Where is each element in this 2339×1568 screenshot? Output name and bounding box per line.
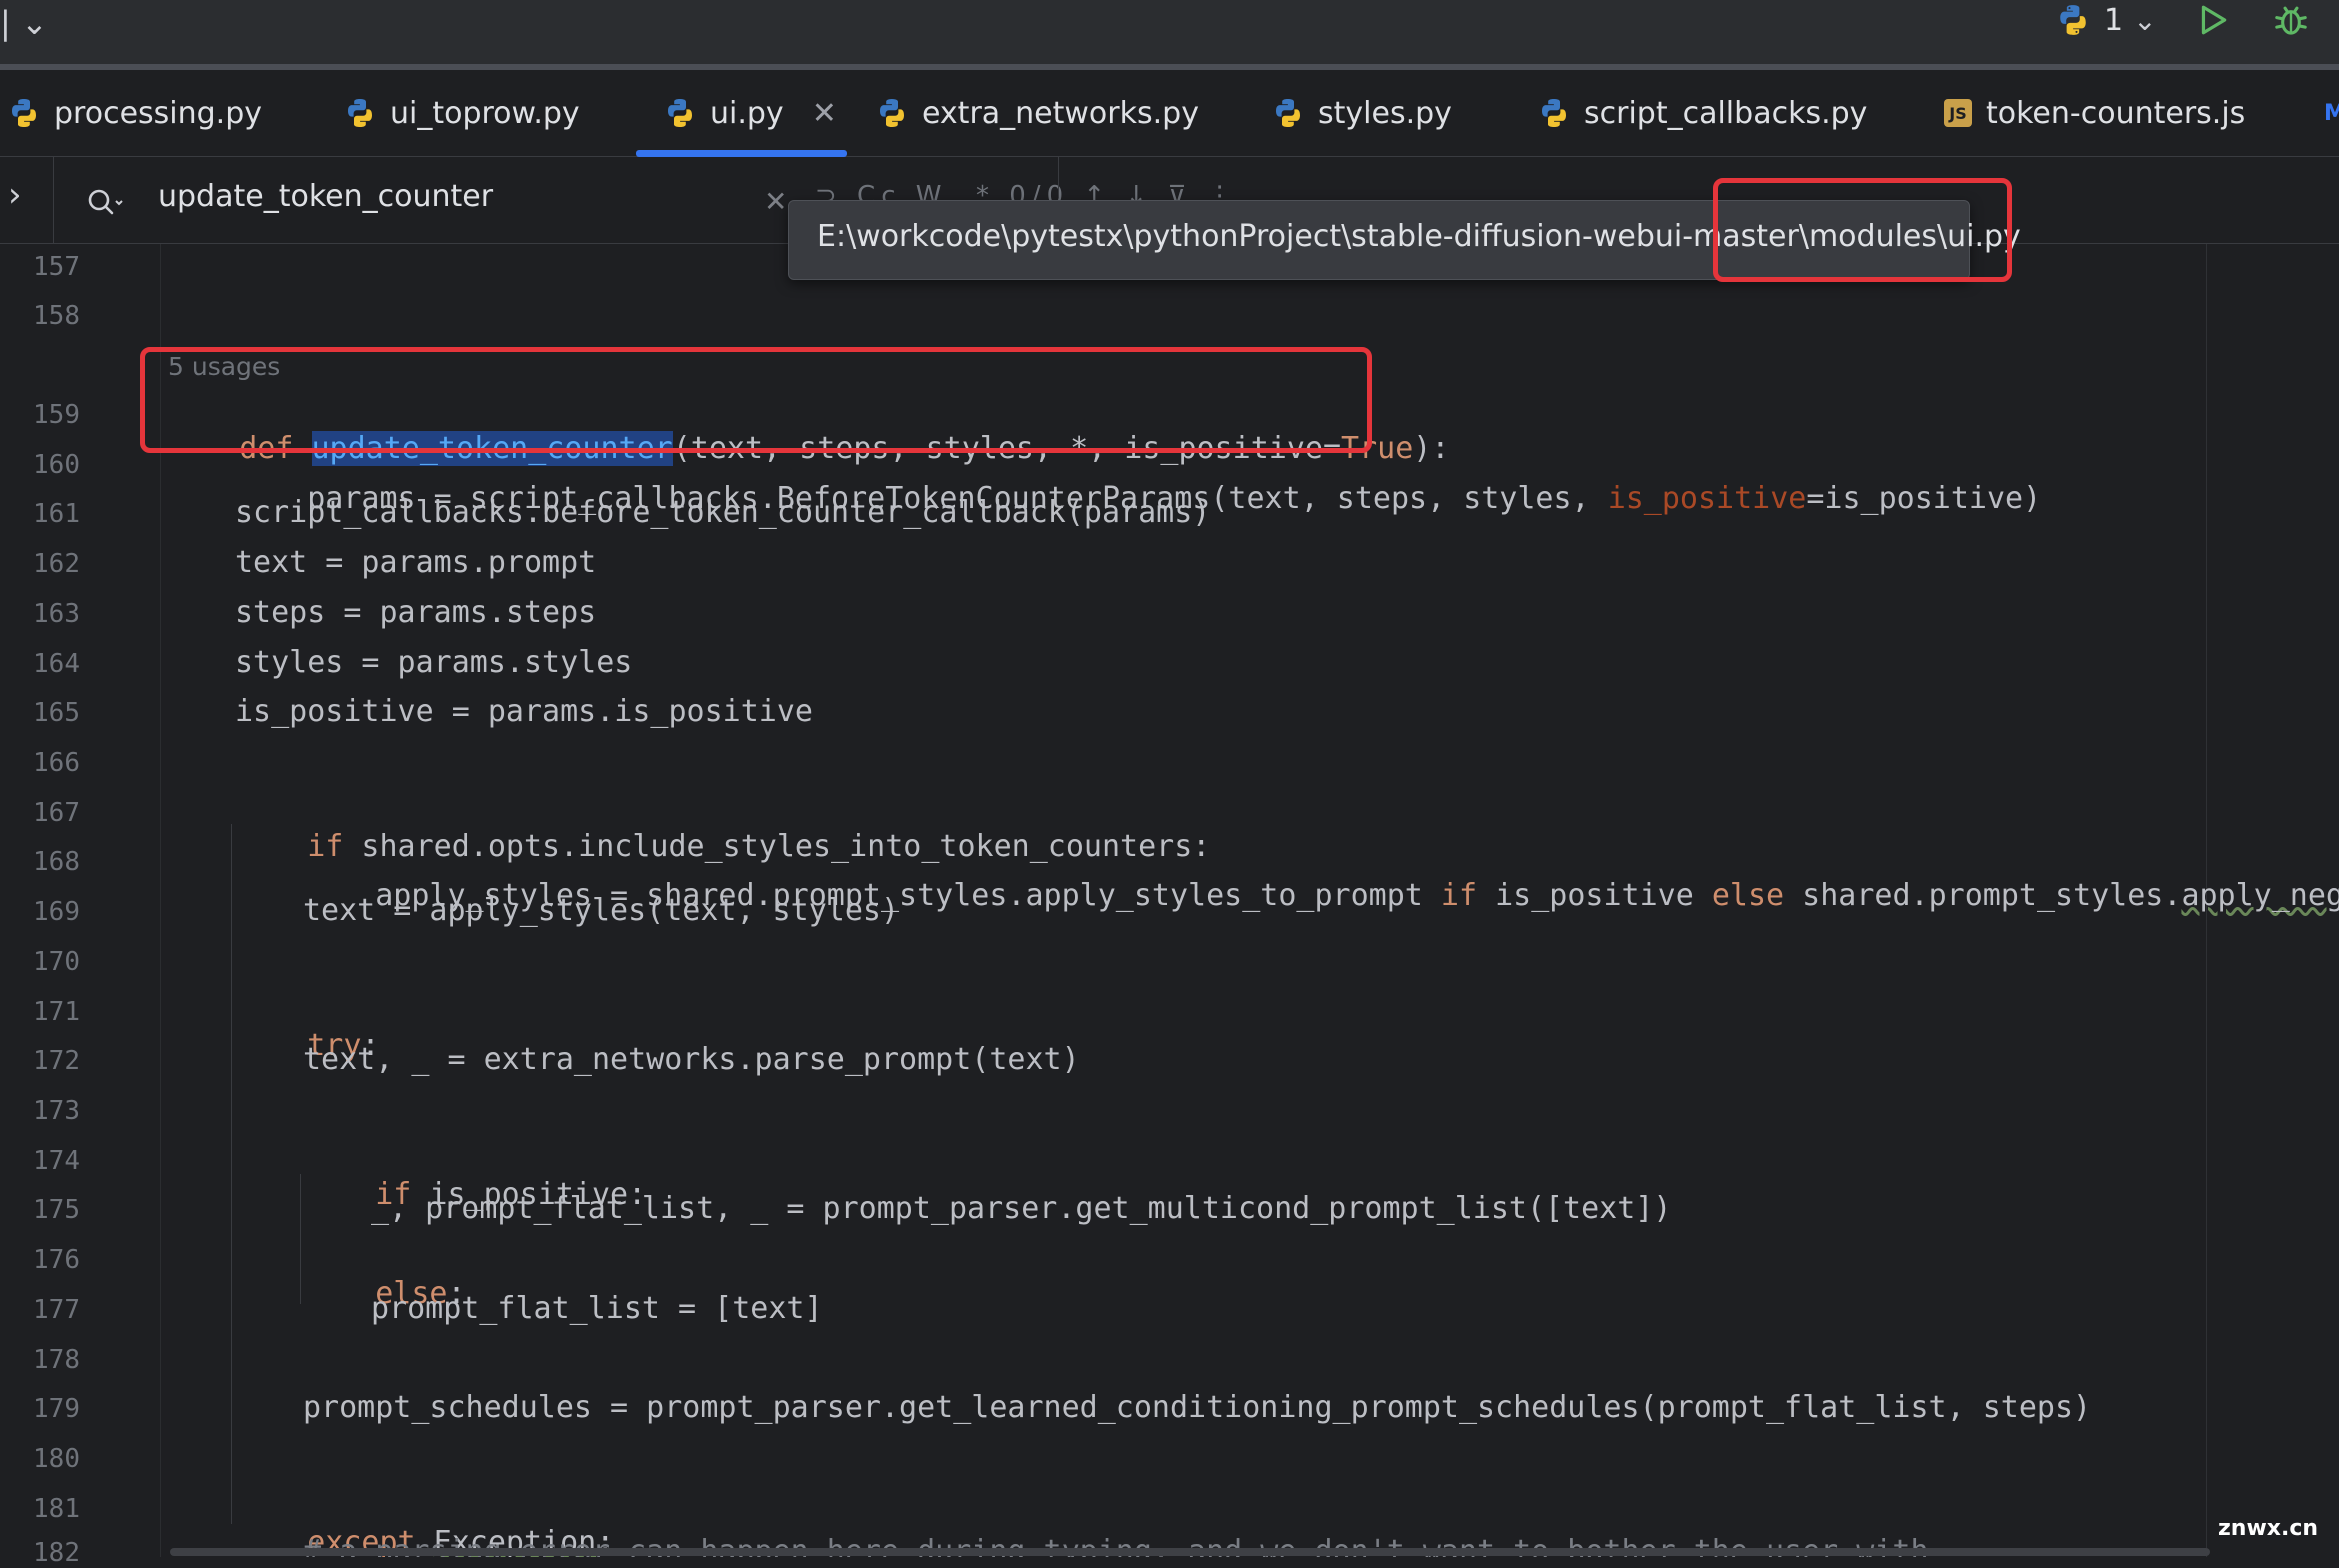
line-number: 166 [33, 748, 80, 778]
line-number: 171 [33, 997, 80, 1027]
line-number: 161 [33, 499, 80, 529]
code-text: shared.prompt_styles. [1784, 878, 2182, 913]
divider [1058, 157, 1059, 197]
tab-label: extra_networks.py [922, 95, 1199, 131]
code-line-172: text, _ = extra_networks.parse_prompt(te… [303, 1042, 1080, 1077]
keyword: if [1440, 878, 1478, 913]
python-icon [348, 99, 372, 127]
named-argument: is_positive [1607, 481, 1807, 516]
tab-label: processing.py [54, 95, 263, 131]
line-number: 173 [33, 1096, 80, 1126]
run-config-selector[interactable]: 1 ⌄ [2056, 0, 2157, 40]
tab-label: M [2324, 100, 2339, 126]
debug-button[interactable] [2272, 0, 2310, 40]
run-icon [2201, 5, 2227, 35]
annotation-box-function-def [140, 347, 1372, 453]
tab-label: ui.py [710, 95, 784, 131]
line-number: 181 [33, 1494, 80, 1524]
code-line-164: styles = params.styles [235, 645, 633, 680]
tab-processing-py[interactable]: processing.py [8, 70, 262, 156]
line-number: 162 [33, 549, 80, 579]
chevron-right-icon[interactable]: › [8, 175, 22, 215]
bug-icon [2275, 6, 2307, 35]
tab-ui-py[interactable]: ui.py ✕ [664, 70, 837, 156]
tab-label: token-counters.js [1986, 95, 2246, 131]
run-button[interactable] [2196, 0, 2230, 40]
tab-extra-networks-py[interactable]: extra_networks.py [876, 70, 1199, 156]
divider [53, 157, 54, 243]
keyword: else [1711, 878, 1785, 913]
tab-label: styles.py [1318, 95, 1452, 131]
line-number: 182 [33, 1538, 80, 1568]
active-tab-indicator [636, 150, 847, 157]
line-number: 179 [33, 1394, 80, 1424]
close-icon[interactable]: ✕ [764, 185, 787, 218]
line-number: 167 [33, 798, 80, 828]
search-input[interactable]: update_token_counter [158, 179, 493, 214]
chevron-down-icon: ⌄ [2133, 3, 2157, 37]
line-number-gutter: 157 158 159 160 161 162 163 164 165 166 … [0, 244, 161, 1568]
line-number: 157 [33, 252, 80, 282]
line-number: 168 [33, 847, 80, 877]
code-text: =is_positive) [1806, 481, 2042, 516]
python-icon [2060, 5, 2086, 35]
tab-script-callbacks-py[interactable]: script_callbacks.py [1538, 70, 1867, 156]
tab-label: script_callbacks.py [1584, 95, 1868, 131]
code-line-163: steps = params.steps [235, 595, 597, 630]
line-number: 176 [33, 1245, 80, 1275]
line-number: 175 [33, 1195, 80, 1225]
line-number: 165 [33, 698, 80, 728]
code-line-162: text = params.prompt [235, 545, 597, 580]
code-line-165: is_positive = params.is_positive [235, 694, 813, 729]
line-number: 164 [33, 649, 80, 679]
close-icon[interactable]: ✕ [812, 96, 837, 131]
line-number: 170 [33, 947, 80, 977]
line-number: 160 [33, 450, 80, 480]
indent-guide [231, 834, 232, 964]
line-number: 174 [33, 1146, 80, 1176]
python-icon [12, 99, 36, 127]
tab-label: ui_toprow.py [390, 95, 580, 131]
line-number: 180 [33, 1444, 80, 1474]
indent-guide [300, 1174, 301, 1304]
project-menu-toggle[interactable]: | ⌄ [0, 4, 48, 42]
search-icon[interactable] [86, 187, 126, 217]
watermark: znwx.cn [2218, 1516, 2319, 1541]
js-icon: JS [1944, 99, 1972, 127]
tab-token-counters-js[interactable]: JS token-counters.js [1944, 70, 2245, 156]
tab-overflow-partial[interactable]: M [2324, 70, 2339, 156]
code-text: apply_negative_style [2181, 878, 2339, 913]
main-toolbar: | ⌄ 1 ⌄ [0, 0, 2339, 64]
horizontal-scrollbar[interactable] [170, 1548, 2210, 1556]
code-line-175: _, prompt_flat_list, _ = prompt_parser.g… [371, 1191, 1672, 1226]
code-line-177: prompt_flat_list = [text] [371, 1291, 823, 1326]
code-text: is_positive [1477, 878, 1712, 913]
annotation-box-file-path [1713, 178, 2012, 282]
find-options[interactable]: ⊃ Cc W .* 0/0 ↑ ↓ ⊽ ⋮ [815, 181, 1239, 201]
run-config-count: 1 [2104, 2, 2124, 38]
line-number: 158 [33, 301, 80, 331]
line-number: 159 [33, 400, 80, 430]
line-number: 177 [33, 1295, 80, 1325]
python-icon [880, 99, 904, 127]
line-number: 178 [33, 1345, 80, 1375]
code-line-169: text = apply_styles(text, styles) [303, 893, 900, 928]
code-line-179: prompt_schedules = prompt_parser.get_lea… [303, 1390, 2092, 1425]
python-icon [668, 99, 692, 127]
line-number: 163 [33, 599, 80, 629]
code-line-161: script_callbacks.before_token_counter_ca… [235, 495, 1211, 530]
tab-ui-toprow-py[interactable]: ui_toprow.py [344, 70, 580, 156]
line-number: 172 [33, 1046, 80, 1076]
tab-styles-py[interactable]: styles.py [1272, 70, 1452, 156]
line-number: 169 [33, 897, 80, 927]
python-icon [1542, 99, 1566, 127]
python-icon [1276, 99, 1300, 127]
editor-tab-bar: processing.py ui_toprow.py ui.py ✕ extra… [0, 70, 2339, 157]
